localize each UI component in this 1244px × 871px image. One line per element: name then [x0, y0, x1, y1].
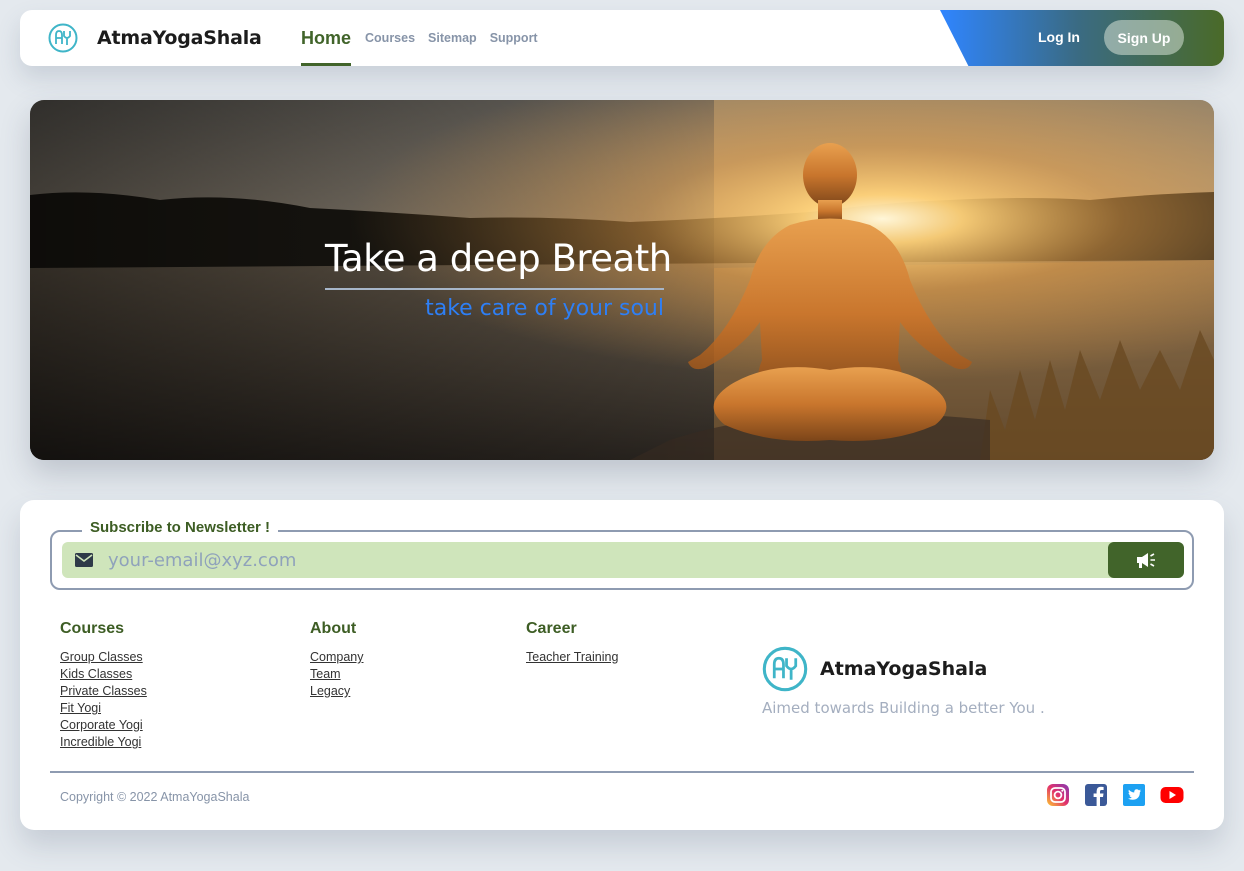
link-group-classes[interactable]: Group Classes	[60, 649, 147, 666]
newsletter-legend: Subscribe to Newsletter !	[82, 519, 279, 536]
footer-brand-name: AtmaYogaShala	[820, 658, 988, 680]
auth-panel: Log In Sign Up	[940, 10, 1224, 66]
newsletter-box: Subscribe to Newsletter !	[50, 519, 1194, 590]
link-kids-classes[interactable]: Kids Classes	[60, 666, 147, 683]
link-corporate-yogi[interactable]: Corporate Yogi	[60, 717, 147, 734]
footer-col-about: About Company Team Legacy	[310, 620, 364, 700]
footer-brand[interactable]: AtmaYogaShala	[762, 646, 987, 692]
link-legacy[interactable]: Legacy	[310, 683, 364, 700]
signup-button[interactable]: Sign Up	[1104, 20, 1184, 55]
instagram-icon[interactable]	[1046, 783, 1070, 807]
copyright: Copyright © 2022 AtmaYogaShala	[60, 790, 250, 804]
nav-support[interactable]: Support	[490, 31, 538, 45]
link-team[interactable]: Team	[310, 666, 364, 683]
hero-divider	[325, 288, 664, 290]
link-private-classes[interactable]: Private Classes	[60, 683, 147, 700]
nav-courses[interactable]: Courses	[365, 31, 415, 45]
link-teacher-training[interactable]: Teacher Training	[526, 649, 618, 666]
login-button[interactable]: Log In	[1038, 29, 1080, 45]
brand-logo-icon	[48, 23, 78, 53]
hero-banner: Take a deep Breath take care of your sou…	[30, 100, 1214, 460]
hero-title: Take a deep Breath	[325, 237, 672, 280]
footer-col-career: Career Teacher Training	[526, 620, 618, 666]
subscribe-button[interactable]	[1108, 542, 1184, 578]
brand-logo-icon	[762, 646, 808, 692]
mail-icon	[75, 553, 93, 567]
hero-overlay	[30, 100, 714, 460]
tagline: Aimed towards Building a better You .	[762, 699, 1045, 717]
email-input[interactable]	[108, 542, 1098, 578]
link-incredible-yogi[interactable]: Incredible Yogi	[60, 734, 147, 751]
social-links	[1032, 783, 1184, 807]
hero-subtitle: take care of your soul	[425, 296, 664, 321]
footer-col-courses: Courses Group Classes Kids Classes Priva…	[60, 620, 147, 751]
megaphone-icon	[1137, 553, 1155, 568]
brand-name: AtmaYogaShala	[97, 27, 262, 49]
email-row	[62, 542, 1184, 578]
facebook-icon[interactable]	[1084, 783, 1108, 807]
nav-home[interactable]: Home	[301, 10, 352, 66]
link-company[interactable]: Company	[310, 649, 364, 666]
col-title: About	[310, 620, 357, 637]
twitter-icon[interactable]	[1122, 783, 1146, 807]
col-title: Courses	[60, 620, 125, 637]
nav-sitemap[interactable]: Sitemap	[428, 31, 477, 45]
link-fit-yogi[interactable]: Fit Yogi	[60, 700, 147, 717]
youtube-icon[interactable]	[1160, 783, 1184, 807]
footer-divider	[50, 771, 1194, 773]
brand[interactable]: AtmaYogaShala	[48, 23, 262, 53]
footer-card: Subscribe to Newsletter ! Courses Group …	[20, 500, 1224, 830]
col-title: Career	[526, 620, 577, 637]
main-nav: Home Courses Sitemap Support	[301, 10, 551, 66]
top-navbar: AtmaYogaShala Home Courses Sitemap Suppo…	[20, 10, 1224, 66]
